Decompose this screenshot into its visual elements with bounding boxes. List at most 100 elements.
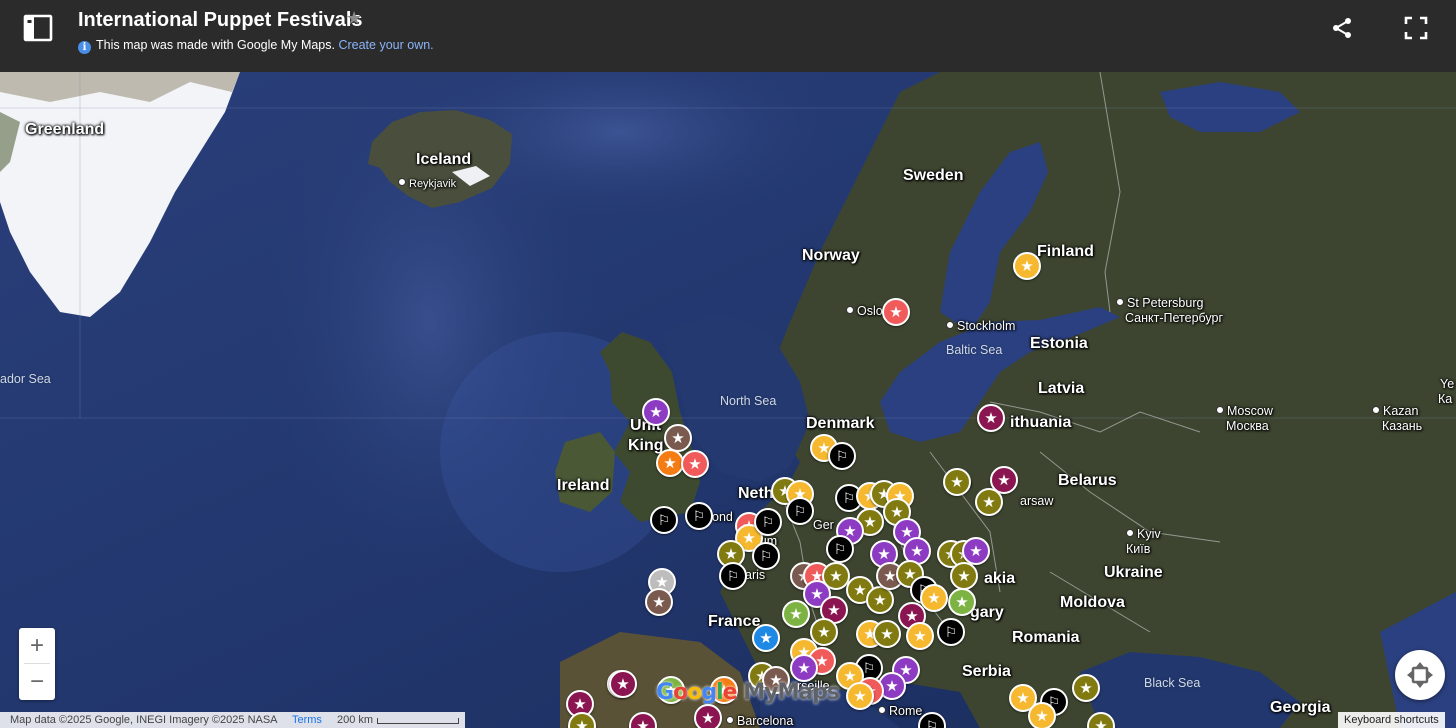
festival-marker-star-icon[interactable] — [943, 468, 971, 496]
legend-toggle-button[interactable] — [22, 14, 54, 42]
festival-marker-star-icon[interactable] — [782, 600, 810, 628]
festival-marker-star-icon[interactable] — [681, 450, 709, 478]
label-estonia: Estonia — [1030, 335, 1088, 352]
label-kyiv-ru: Київ — [1126, 542, 1151, 556]
label-kazan: Kazan — [1372, 404, 1418, 418]
festival-marker-star-icon[interactable] — [1028, 702, 1056, 728]
label-st-petersburg: St Petersburg — [1116, 296, 1203, 310]
label-georgia: Georgia — [1270, 699, 1331, 716]
label-stockholm: Stockholm — [946, 319, 1015, 333]
festival-marker-star-icon[interactable] — [975, 488, 1003, 516]
city-dot — [398, 178, 406, 186]
festival-marker-star-icon[interactable] — [790, 654, 818, 682]
create-your-own-link[interactable]: Create your own. — [338, 38, 433, 52]
label-rome: Rome — [878, 704, 922, 718]
festival-marker-star-icon[interactable] — [906, 622, 934, 650]
city-dot — [726, 716, 734, 724]
festival-marker-flag-icon[interactable] — [937, 618, 965, 646]
festival-marker-star-icon[interactable] — [920, 584, 948, 612]
city-dot — [1216, 406, 1224, 414]
festival-marker-flag-icon[interactable] — [786, 497, 814, 525]
star-icon[interactable]: ★ — [346, 8, 362, 29]
festival-marker-star-icon[interactable] — [882, 298, 910, 326]
label-serbia: Serbia — [962, 663, 1011, 680]
festival-marker-star-icon[interactable] — [1072, 674, 1100, 702]
label-reykjavik-text: Reykjavik — [409, 178, 457, 190]
festival-marker-flag-icon[interactable] — [754, 508, 782, 536]
map-attribution: Map data ©2025 Google, INEGI Imagery ©20… — [0, 712, 466, 728]
city-dot — [946, 321, 954, 329]
label-barcelona: Barcelona — [726, 714, 793, 728]
festival-marker-star-icon[interactable] — [752, 624, 780, 652]
label-labrador-sea: ador Sea — [0, 372, 51, 386]
label-kazan-ru: Казань — [1382, 419, 1423, 433]
festival-marker-star-icon[interactable] — [873, 620, 901, 648]
label-reykjavik: Reykjavik — [398, 178, 456, 190]
made-with-text: This map was made with Google My Maps. — [96, 38, 335, 52]
festival-marker-star-icon[interactable] — [962, 537, 990, 565]
label-barcelona-text: Barcelona — [737, 714, 794, 728]
festival-marker-star-icon[interactable] — [1013, 252, 1041, 280]
label-denmark: Denmark — [806, 415, 875, 432]
label-st-petersburg-ru: Санкт-Петербург — [1125, 311, 1224, 325]
label-ye-fragment: Ye — [1440, 377, 1455, 391]
sidebar-panel-icon — [23, 14, 53, 42]
label-ka-fragment: Ка — [1438, 392, 1453, 406]
label-kazan-text: Kazan — [1383, 404, 1419, 418]
made-with-line: i This map was made with Google My Maps. … — [78, 38, 434, 54]
label-kyiv-text: Kyiv — [1137, 527, 1161, 541]
terms-link[interactable]: Terms — [292, 714, 322, 726]
info-icon: i — [78, 41, 91, 54]
festival-marker-flag-icon[interactable] — [752, 542, 780, 570]
label-finland: Finland — [1037, 243, 1094, 260]
festival-marker-star-icon[interactable] — [642, 398, 670, 426]
label-france: France — [708, 613, 761, 630]
zoom-out-button[interactable]: − — [19, 664, 55, 699]
zoom-in-button[interactable]: + — [19, 628, 55, 663]
festival-marker-star-icon[interactable] — [948, 588, 976, 616]
festival-marker-star-icon[interactable] — [645, 588, 673, 616]
festival-marker-flag-icon[interactable] — [828, 442, 856, 470]
festival-marker-star-icon[interactable] — [846, 682, 874, 710]
label-moscow: Moscow — [1216, 404, 1273, 418]
label-sweden: Sweden — [903, 167, 964, 184]
festival-marker-star-icon[interactable] — [694, 704, 722, 728]
label-stockholm-text: Stockholm — [957, 319, 1016, 333]
share-icon[interactable] — [1330, 16, 1354, 40]
label-netherlands: Neth — [738, 485, 774, 502]
label-st-petersburg-text: St Petersburg — [1127, 296, 1204, 310]
fullscreen-icon[interactable] — [1404, 16, 1428, 40]
label-oslo: Oslo — [846, 304, 883, 318]
label-rome-text: Rome — [889, 704, 923, 718]
festival-marker-star-icon[interactable] — [656, 449, 684, 477]
festival-marker-star-icon[interactable] — [609, 670, 637, 698]
my-location-button[interactable] — [1395, 650, 1445, 700]
label-kyiv: Kyiv — [1126, 527, 1161, 541]
label-uk-2: King — [628, 437, 664, 454]
festival-marker-star-icon[interactable] — [977, 404, 1005, 432]
city-dot — [878, 706, 886, 714]
festival-marker-flag-icon[interactable] — [719, 562, 747, 590]
festival-marker-flag-icon[interactable] — [826, 535, 854, 563]
label-greenland: Greenland — [25, 121, 105, 138]
festival-marker-star-icon[interactable] — [664, 424, 692, 452]
label-moldova: Moldova — [1060, 594, 1125, 611]
festival-marker-star-icon[interactable] — [866, 586, 894, 614]
label-paris: aris — [745, 568, 766, 582]
festival-marker-flag-icon[interactable] — [650, 506, 678, 534]
crosshair-icon — [1407, 662, 1433, 688]
label-ukraine: Ukraine — [1104, 564, 1163, 581]
map-canvas[interactable]: Greenland Iceland Reykjavik Sweden Norwa… — [0, 72, 1456, 728]
label-lithuania: ithuania — [1010, 414, 1072, 431]
keyboard-shortcuts-link[interactable]: Keyboard shortcuts — [1338, 712, 1445, 728]
zoom-control: + − — [19, 628, 55, 700]
google-my-maps-logo: Google MyMaps — [656, 680, 840, 705]
map-title: International Puppet Festivals — [78, 9, 363, 31]
festival-marker-flag-icon[interactable] — [685, 502, 713, 530]
festival-marker-star-icon[interactable] — [950, 562, 978, 590]
attribution-text: Map data ©2025 Google, INEGI Imagery ©20… — [10, 714, 277, 726]
label-norway: Norway — [802, 247, 860, 264]
city-dot — [1372, 406, 1380, 414]
label-slovakia: akia — [984, 570, 1016, 587]
label-iceland: Iceland — [416, 151, 472, 168]
